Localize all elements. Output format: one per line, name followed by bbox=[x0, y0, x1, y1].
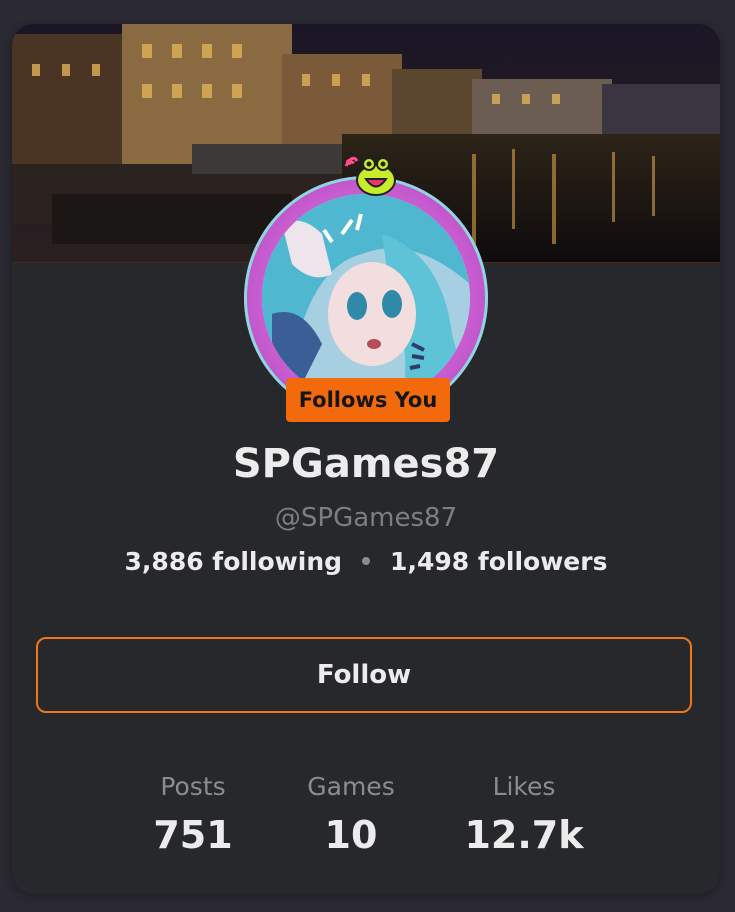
stat-posts[interactable]: Posts 751 bbox=[113, 769, 273, 861]
profile-stats: Posts 751 Games 10 Likes 12.7k bbox=[12, 769, 720, 869]
stat-value: 751 bbox=[153, 813, 233, 857]
stat-likes[interactable]: Likes 12.7k bbox=[444, 769, 604, 861]
stat-value: 12.7k bbox=[464, 813, 584, 857]
followers-link[interactable]: 1,498 followers bbox=[390, 547, 607, 576]
follow-counts: 3,886 following 1,498 followers bbox=[12, 544, 720, 580]
follows-you-badge: Follows You bbox=[286, 378, 450, 422]
following-link[interactable]: 3,886 following bbox=[125, 547, 343, 576]
display-name: SPGames87 bbox=[232, 441, 500, 487]
avatar-image bbox=[262, 194, 470, 402]
profile-card: Follows You SPGames87 @SPGames87 3,886 f… bbox=[12, 24, 720, 894]
stat-label: Posts bbox=[160, 772, 226, 801]
stat-games[interactable]: Games 10 bbox=[271, 769, 431, 861]
username-handle: @SPGames87 bbox=[274, 503, 458, 533]
stat-label: Likes bbox=[492, 772, 556, 801]
separator-dot-icon bbox=[362, 557, 371, 565]
frog-face-icon bbox=[342, 152, 398, 198]
stat-label: Games bbox=[307, 772, 395, 801]
stat-value: 10 bbox=[324, 813, 378, 857]
follow-button[interactable]: Follow bbox=[36, 637, 692, 713]
